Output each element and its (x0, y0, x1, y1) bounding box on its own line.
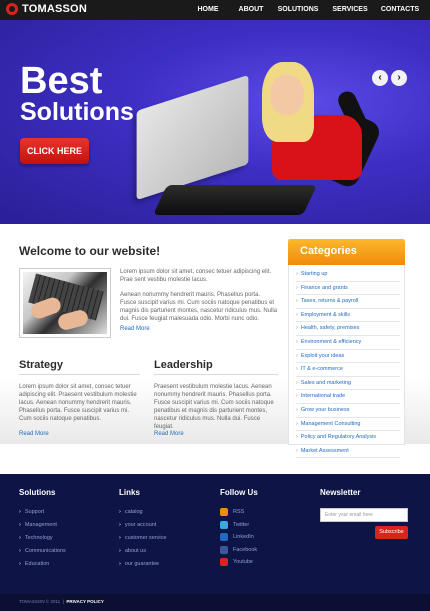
hero-title: Best (20, 60, 103, 102)
leadership-divider (154, 374, 278, 375)
strategy-title: Strategy (19, 359, 64, 371)
category-item[interactable]: Policy and Regulatory Analysis (296, 431, 400, 445)
footer-solutions-list: Support Management Technology Communicat… (19, 506, 66, 571)
leadership-read-more-link[interactable]: Read More (154, 431, 184, 437)
facebook-link[interactable]: Facebook (220, 544, 257, 557)
bottom-bar: TOMASSON © 2011 | PRIVACY POLICY (0, 594, 430, 611)
footer-link[interactable]: Support (19, 506, 66, 519)
privacy-policy-link[interactable]: PRIVACY POLICY (66, 599, 104, 604)
category-item[interactable]: Market Assessment (296, 445, 400, 459)
facebook-icon (220, 545, 228, 554)
nav-contacts[interactable]: CONTACTS (376, 0, 424, 20)
footer-link[interactable]: your account (119, 519, 166, 532)
footer-links-list: catalog your account customer service ab… (119, 506, 167, 571)
linkedin-icon (220, 533, 228, 542)
twitter-icon (220, 520, 228, 529)
category-item[interactable]: Exploit your ideas (296, 350, 400, 364)
footer-link[interactable]: Management (19, 519, 66, 532)
category-item[interactable]: International trade (296, 390, 400, 404)
hero-subtitle: Solutions (20, 98, 134, 126)
footer: Solutions Support Management Technology … (0, 474, 430, 594)
nav-about[interactable]: ABOUT (230, 0, 272, 20)
laptop-image (136, 74, 249, 201)
leadership-title: Leadership (154, 359, 213, 371)
linkedin-link[interactable]: LinkedIn (220, 531, 257, 544)
nav-solutions[interactable]: SOLUTIONS (272, 0, 324, 20)
twitter-link[interactable]: Twitter (220, 519, 257, 532)
footer-link[interactable]: catalog (119, 506, 166, 519)
logo-icon (6, 3, 18, 15)
category-item[interactable]: Environment & efficiency (296, 336, 400, 350)
click-here-button[interactable]: CLICK HERE (20, 138, 89, 164)
twitter-label: Twitter (233, 521, 250, 528)
keyboard-image (19, 268, 111, 338)
footer-link[interactable]: about us (119, 545, 166, 558)
category-item[interactable]: Starting up (296, 268, 400, 282)
category-item[interactable]: Sales and marketing (296, 377, 400, 391)
categories-title: Categories (300, 245, 357, 257)
category-item[interactable]: Grow your business (296, 404, 400, 418)
social-links: RSS Twitter LinkedIn Facebook Youtube (220, 506, 257, 569)
footer-links-title: Links (119, 488, 140, 497)
hero-banner: Best Solutions CLICK HERE ‹ › (0, 20, 430, 224)
welcome-body: Aenean nonummy hendrerit mauris. Phasell… (120, 292, 278, 322)
rss-link[interactable]: RSS (220, 506, 257, 519)
footer-follow-title: Follow Us (220, 488, 258, 497)
footer-solutions-title: Solutions (19, 488, 56, 497)
footer-link[interactable]: our guarantee (119, 558, 166, 571)
strategy-divider (19, 374, 140, 375)
leadership-text: Praesent vestibulum molestie lacus. Aene… (154, 384, 274, 430)
newsletter-email-input[interactable]: Enter your email here (320, 508, 408, 522)
linkedin-label: LinkedIn (233, 534, 254, 540)
youtube-icon (220, 558, 228, 567)
footer-link[interactable]: Education (19, 558, 66, 571)
slider-next-icon[interactable]: › (391, 70, 407, 86)
category-item[interactable]: IT & e-commerce (296, 363, 400, 377)
top-bar: TOMASSON HOME ABOUT SOLUTIONS SERVICES C… (0, 0, 430, 20)
laptop-base (153, 185, 317, 215)
welcome-read-more-link[interactable]: Read More (120, 326, 150, 332)
footer-link[interactable]: customer service (119, 532, 167, 545)
copyright: TOMASSON © 2011 | PRIVACY POLICY (19, 599, 104, 604)
categories-list: Starting up Finance and grants Taxes, re… (296, 268, 400, 459)
youtube-label: Youtube (233, 559, 253, 565)
welcome-intro: Lorem ipsum dolor sit amet, consec tetue… (120, 269, 272, 283)
nav-services[interactable]: SERVICES (324, 0, 376, 20)
copyright-text: TOMASSON © 2011 (19, 599, 61, 604)
welcome-title: Welcome to our website! (19, 244, 161, 258)
nav-home[interactable]: HOME (186, 0, 230, 20)
main-nav: HOME ABOUT SOLUTIONS SERVICES CONTACTS (186, 0, 424, 20)
youtube-link[interactable]: Youtube (220, 556, 257, 569)
footer-link[interactable]: Communications (19, 545, 66, 558)
strategy-read-more-link[interactable]: Read More (19, 431, 49, 437)
footer-link[interactable]: Technology (19, 532, 66, 545)
slider-prev-icon[interactable]: ‹ (372, 70, 388, 86)
category-item[interactable]: Health, safety, premises (296, 322, 400, 336)
categories-header: Categories (288, 239, 405, 265)
strategy-text: Lorem ipsum dolor sit amet, consec tetue… (19, 384, 137, 422)
newsletter-title: Newsletter (320, 488, 361, 497)
subscribe-button[interactable]: Subscribe (375, 526, 408, 539)
person-face (270, 75, 304, 115)
category-item[interactable]: Taxes, returns & payroll (296, 295, 400, 309)
rss-label: RSS (233, 509, 245, 515)
logo[interactable]: TOMASSON (6, 3, 87, 15)
facebook-label: Facebook (233, 546, 258, 553)
category-item[interactable]: Employment & skills (296, 309, 400, 323)
category-item[interactable]: Management Consulting (296, 418, 400, 432)
logo-text: TOMASSON (22, 3, 87, 15)
rss-icon (220, 508, 228, 517)
category-item[interactable]: Finance and grants (296, 282, 400, 296)
